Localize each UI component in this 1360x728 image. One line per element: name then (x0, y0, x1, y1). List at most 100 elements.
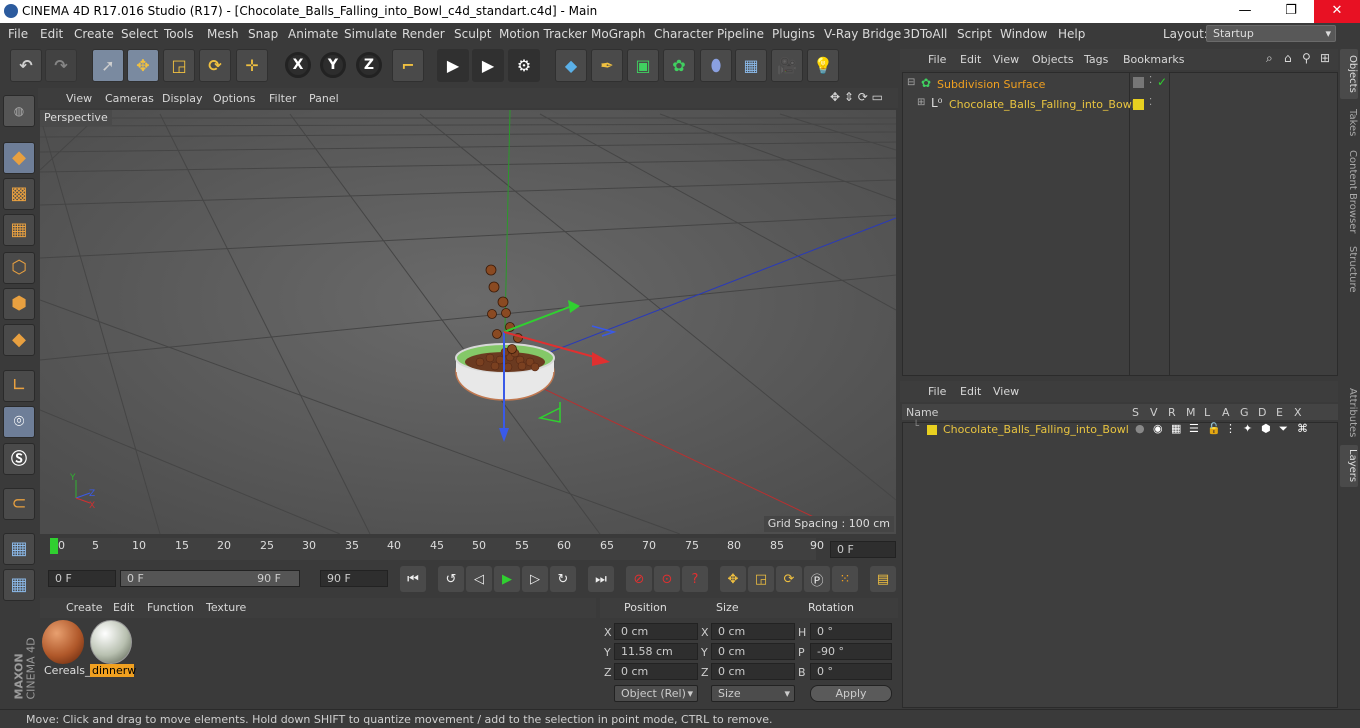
obj-manager-sync-icon[interactable]: ⚲ (1302, 51, 1311, 65)
layer-row[interactable]: └ Chocolate_Balls_Falling_into_Bowl ● ◉ … (903, 421, 1337, 437)
start-frame-field[interactable]: 0 F (48, 570, 116, 587)
scale-tool-button[interactable]: ◲ (163, 49, 195, 82)
key-parameter-button[interactable]: Ⓟ (804, 566, 830, 592)
material-menu-create[interactable]: Create (66, 601, 103, 614)
viewport-menu-cameras[interactable]: Cameras (105, 92, 154, 105)
menu-help[interactable]: Help (1058, 27, 1085, 41)
render-settings-button[interactable]: ⚙ (508, 49, 540, 82)
3d-viewport[interactable]: Y Z X Perspective Grid Spacing : 100 cm (40, 110, 896, 534)
obj-menu-bookmarks[interactable]: Bookmarks (1123, 53, 1184, 66)
object-row-subdivision[interactable]: ⊟ ✿ Subdivision Surface ⁚ ✓ (903, 75, 1337, 95)
object-row-chocolate-balls[interactable]: ⊞ L⁰ Chocolate_Balls_Falling_into_Bowl ⁚ (903, 95, 1337, 115)
goto-end-button[interactable]: ⏭ (588, 566, 614, 592)
y-axis-button[interactable]: Y (320, 52, 346, 78)
layout-select[interactable]: Startup ▾ (1206, 25, 1336, 42)
move-tool-button[interactable]: ✥ (127, 49, 159, 82)
menu-snap[interactable]: Snap (248, 27, 278, 41)
lock-icon[interactable]: 🔓 (1207, 422, 1221, 435)
coordinate-system-button[interactable]: ⌐ (392, 49, 424, 82)
tab-objects[interactable]: Objects (1340, 49, 1358, 99)
coord-mode-select[interactable]: Object (Rel) ▾ (614, 685, 698, 702)
obj-menu-view[interactable]: View (993, 53, 1019, 66)
deformer-button[interactable]: ⬮ (700, 49, 732, 82)
edges-mode-button[interactable]: ⬢ (3, 288, 35, 320)
menu-script[interactable]: Script (957, 27, 992, 41)
material-menu-texture[interactable]: Texture (206, 601, 246, 614)
axis-mode-button[interactable]: ∟ (3, 370, 35, 402)
collapse-icon[interactable]: ⊟ (907, 77, 915, 88)
current-frame-field[interactable]: 0 F (830, 541, 896, 558)
menu-create[interactable]: Create (74, 27, 114, 41)
model-mode-button[interactable]: ◆ (3, 142, 35, 174)
frame-range-slider[interactable]: 0 F 90 F (120, 570, 300, 587)
autokey-button[interactable]: ⊙ (654, 566, 680, 592)
menu-animate[interactable]: Animate (288, 27, 338, 41)
menu-render[interactable]: Render (402, 27, 445, 41)
viewport-perspective-label[interactable]: Perspective (40, 110, 112, 126)
visibility-dots-icon[interactable]: ⁚ (1149, 75, 1152, 86)
tab-attributes[interactable]: Attributes (1340, 385, 1358, 441)
size-y-field[interactable]: 0 cm (711, 643, 795, 660)
xref-icon[interactable]: ⌘ (1297, 422, 1308, 435)
timeline-ruler[interactable]: 0 5 10 15 20 25 30 35 40 45 50 55 60 65 … (40, 536, 896, 562)
menu-tools[interactable]: Tools (164, 27, 194, 41)
pen-spline-button[interactable]: ✒ (591, 49, 623, 82)
solo-dot-icon[interactable]: ● (1135, 422, 1145, 435)
key-scale-button[interactable]: ◲ (748, 566, 774, 592)
menu-plugins[interactable]: Plugins (772, 27, 815, 41)
layer-menu-view[interactable]: View (993, 385, 1019, 398)
menu-edit[interactable]: Edit (40, 27, 63, 41)
rot-h-field[interactable]: 0 ° (810, 623, 892, 640)
select-tool-button[interactable]: ➚ (92, 49, 124, 82)
rot-b-field[interactable]: 0 ° (810, 663, 892, 680)
close-button[interactable]: ✕ (1314, 0, 1360, 23)
obj-manager-search-icon[interactable]: ⌕ (1266, 51, 1273, 66)
subdivision-button[interactable]: ▣ (627, 49, 659, 82)
apply-button[interactable]: Apply (810, 685, 892, 702)
redo-button[interactable]: ↷ (45, 49, 77, 82)
layer-menu-file[interactable]: File (928, 385, 946, 398)
menu-motion-tracker[interactable]: Motion Tracker (499, 27, 587, 41)
menu-character[interactable]: Character (654, 27, 713, 41)
menu-vray-bridge[interactable]: V-Ray Bridge (824, 27, 901, 41)
texture-mode-button[interactable]: ▩ (3, 178, 35, 210)
playhead-marker[interactable] (50, 538, 58, 554)
tweak-mode-button[interactable]: ⌾ (3, 406, 35, 438)
material-swatch-dinnerware[interactable]: dinnerw (90, 620, 136, 680)
cube-object-button[interactable]: ◆ (555, 49, 587, 82)
pos-y-field[interactable]: 11.58 cm (614, 643, 698, 660)
menu-sculpt[interactable]: Sculpt (454, 27, 491, 41)
points-mode-button[interactable]: ⬡ (3, 252, 35, 284)
light-button[interactable]: 💡 (807, 49, 839, 82)
expand-icon[interactable]: ⊞ (917, 97, 925, 108)
minimize-button[interactable]: — (1222, 0, 1268, 23)
layer-color-swatch[interactable] (927, 425, 937, 435)
obj-menu-file[interactable]: File (928, 53, 946, 66)
key-position-button[interactable]: ✥ (720, 566, 746, 592)
visibility-dots-icon[interactable]: ⁚ (1149, 97, 1152, 108)
viewport-menu-display[interactable]: Display (162, 92, 203, 105)
undo-button[interactable]: ↶ (10, 49, 42, 82)
magnet-button[interactable]: ⊂ (3, 488, 35, 520)
next-key-button[interactable]: ↻ (550, 566, 576, 592)
material-menu-function[interactable]: Function (147, 601, 194, 614)
render-clapper-icon[interactable]: ▦ (1171, 422, 1181, 435)
obj-manager-add-icon[interactable]: ⊞ (1320, 51, 1330, 65)
pos-z-field[interactable]: 0 cm (614, 663, 698, 680)
menu-file[interactable]: File (8, 27, 28, 41)
obj-menu-objects[interactable]: Objects (1032, 53, 1074, 66)
rot-p-field[interactable]: -90 ° (810, 643, 892, 660)
tab-layers[interactable]: Layers (1340, 445, 1358, 487)
generator-icon[interactable]: ✦ (1243, 422, 1252, 435)
obj-menu-edit[interactable]: Edit (960, 53, 981, 66)
camera-button[interactable]: 🎥 (771, 49, 803, 82)
viewport-nav-icons[interactable]: ✥ ⇕ ⟳ ▭ (830, 90, 883, 104)
polygons-mode-button[interactable]: ◆ (3, 324, 35, 356)
menu-mograph[interactable]: MoGraph (591, 27, 646, 41)
eye-icon[interactable]: ◉ (1153, 422, 1163, 435)
mograph-cloner-button[interactable]: ✿ (663, 49, 695, 82)
viewport-menu-panel[interactable]: Panel (309, 92, 339, 105)
previous-key-button[interactable]: ↺ (438, 566, 464, 592)
render-view-button[interactable]: ▶ (437, 49, 469, 82)
pos-x-field[interactable]: 0 cm (614, 623, 698, 640)
